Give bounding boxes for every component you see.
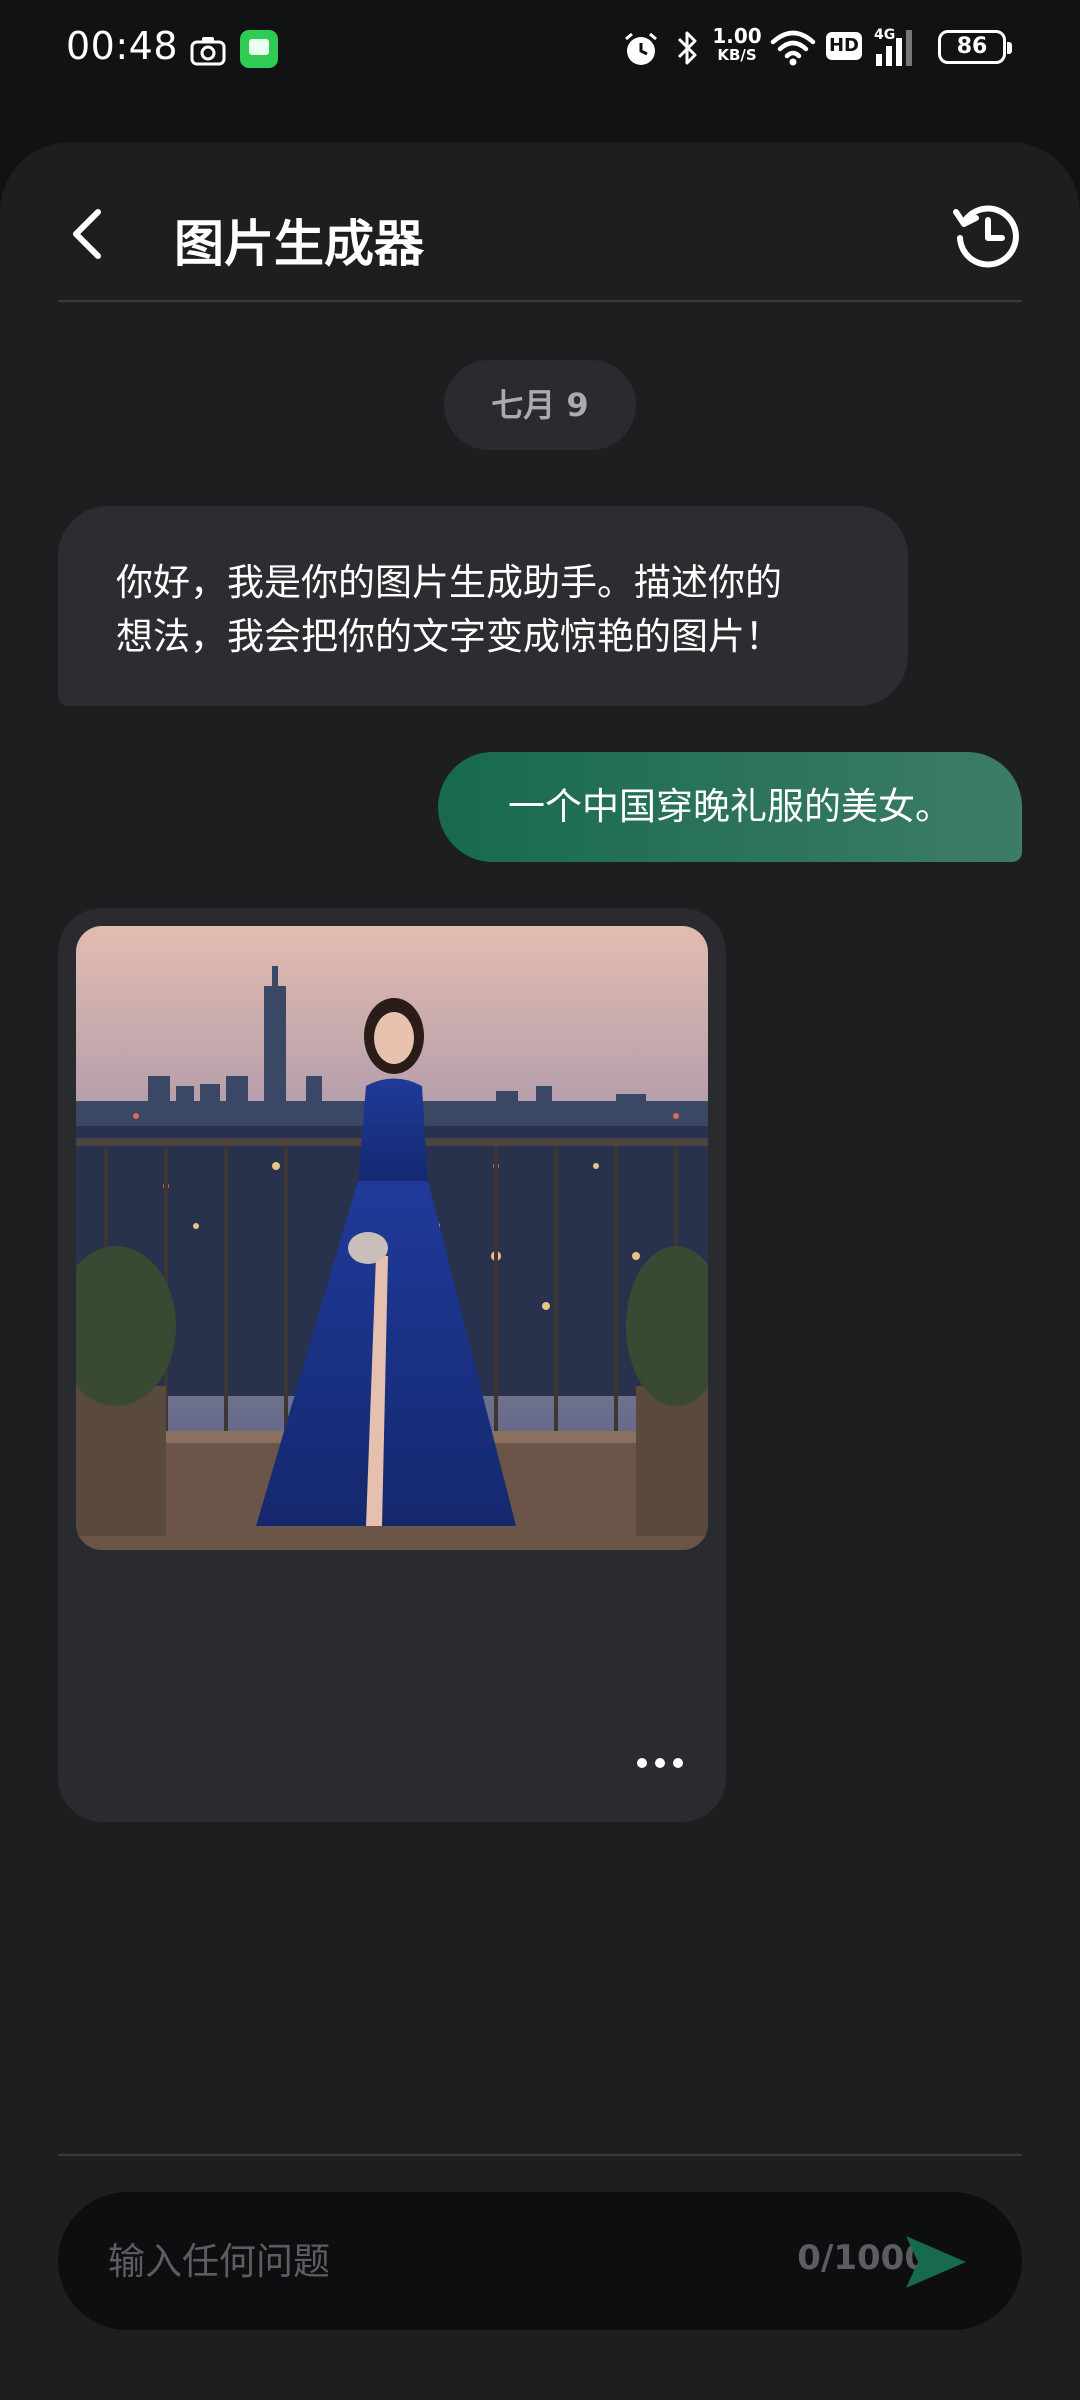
- back-button[interactable]: [58, 202, 122, 266]
- signal-icon: 4G: [874, 27, 912, 66]
- more-options-button[interactable]: [632, 1748, 688, 1778]
- hd-icon: HD: [826, 32, 862, 60]
- history-button[interactable]: [950, 198, 1024, 272]
- bluetooth-icon: [677, 31, 697, 65]
- battery-level: 86: [956, 34, 988, 59]
- message-input[interactable]: [106, 2226, 746, 2296]
- generated-image-card: [58, 908, 726, 1822]
- speed-unit: KB/S: [717, 46, 757, 64]
- status-bar: 00:48 1.00 KB/S HD 4G 86: [0, 0, 1080, 96]
- composer-divider: [58, 2154, 1022, 2156]
- bot-message-line: 想法，我会把你的文字变成惊艳的图片！: [116, 615, 782, 658]
- send-button[interactable]: [894, 2222, 974, 2302]
- page-title: 图片生成器: [174, 215, 424, 273]
- camera-icon: [190, 37, 226, 66]
- bot-message-bubble: 你好，我是你的图片生成助手。描述你的 想法，我会把你的文字变成惊艳的图片！: [58, 506, 908, 706]
- generated-image[interactable]: [76, 926, 708, 1550]
- composer: 0/1000: [58, 2192, 1022, 2330]
- chat-sheet: 图片生成器 七月 9 你好，我是你的图片生成助手。描述你的 想法，我会把你的文字…: [0, 142, 1080, 2400]
- history-icon: [953, 205, 1019, 268]
- battery-icon: 86: [938, 30, 1012, 64]
- wifi-icon: [770, 30, 816, 66]
- send-icon: [906, 2236, 966, 2288]
- network-type: 4G: [874, 27, 895, 43]
- alarm-icon: [625, 32, 657, 65]
- header-divider: [58, 300, 1022, 302]
- more-dots-icon: [637, 1758, 683, 1768]
- message-app-icon: [240, 30, 278, 68]
- header: 图片生成器: [0, 142, 1080, 302]
- chevron-left-icon: [73, 209, 101, 259]
- network-speed: 1.00 KB/S: [712, 26, 762, 70]
- user-message-bubble: 一个中国穿晚礼服的美女。: [438, 752, 1022, 862]
- status-time: 00:48: [66, 24, 179, 68]
- bot-message-line: 你好，我是你的图片生成助手。描述你的: [116, 561, 782, 604]
- speed-value: 1.00: [712, 24, 762, 48]
- date-chip: 七月 9: [444, 360, 636, 450]
